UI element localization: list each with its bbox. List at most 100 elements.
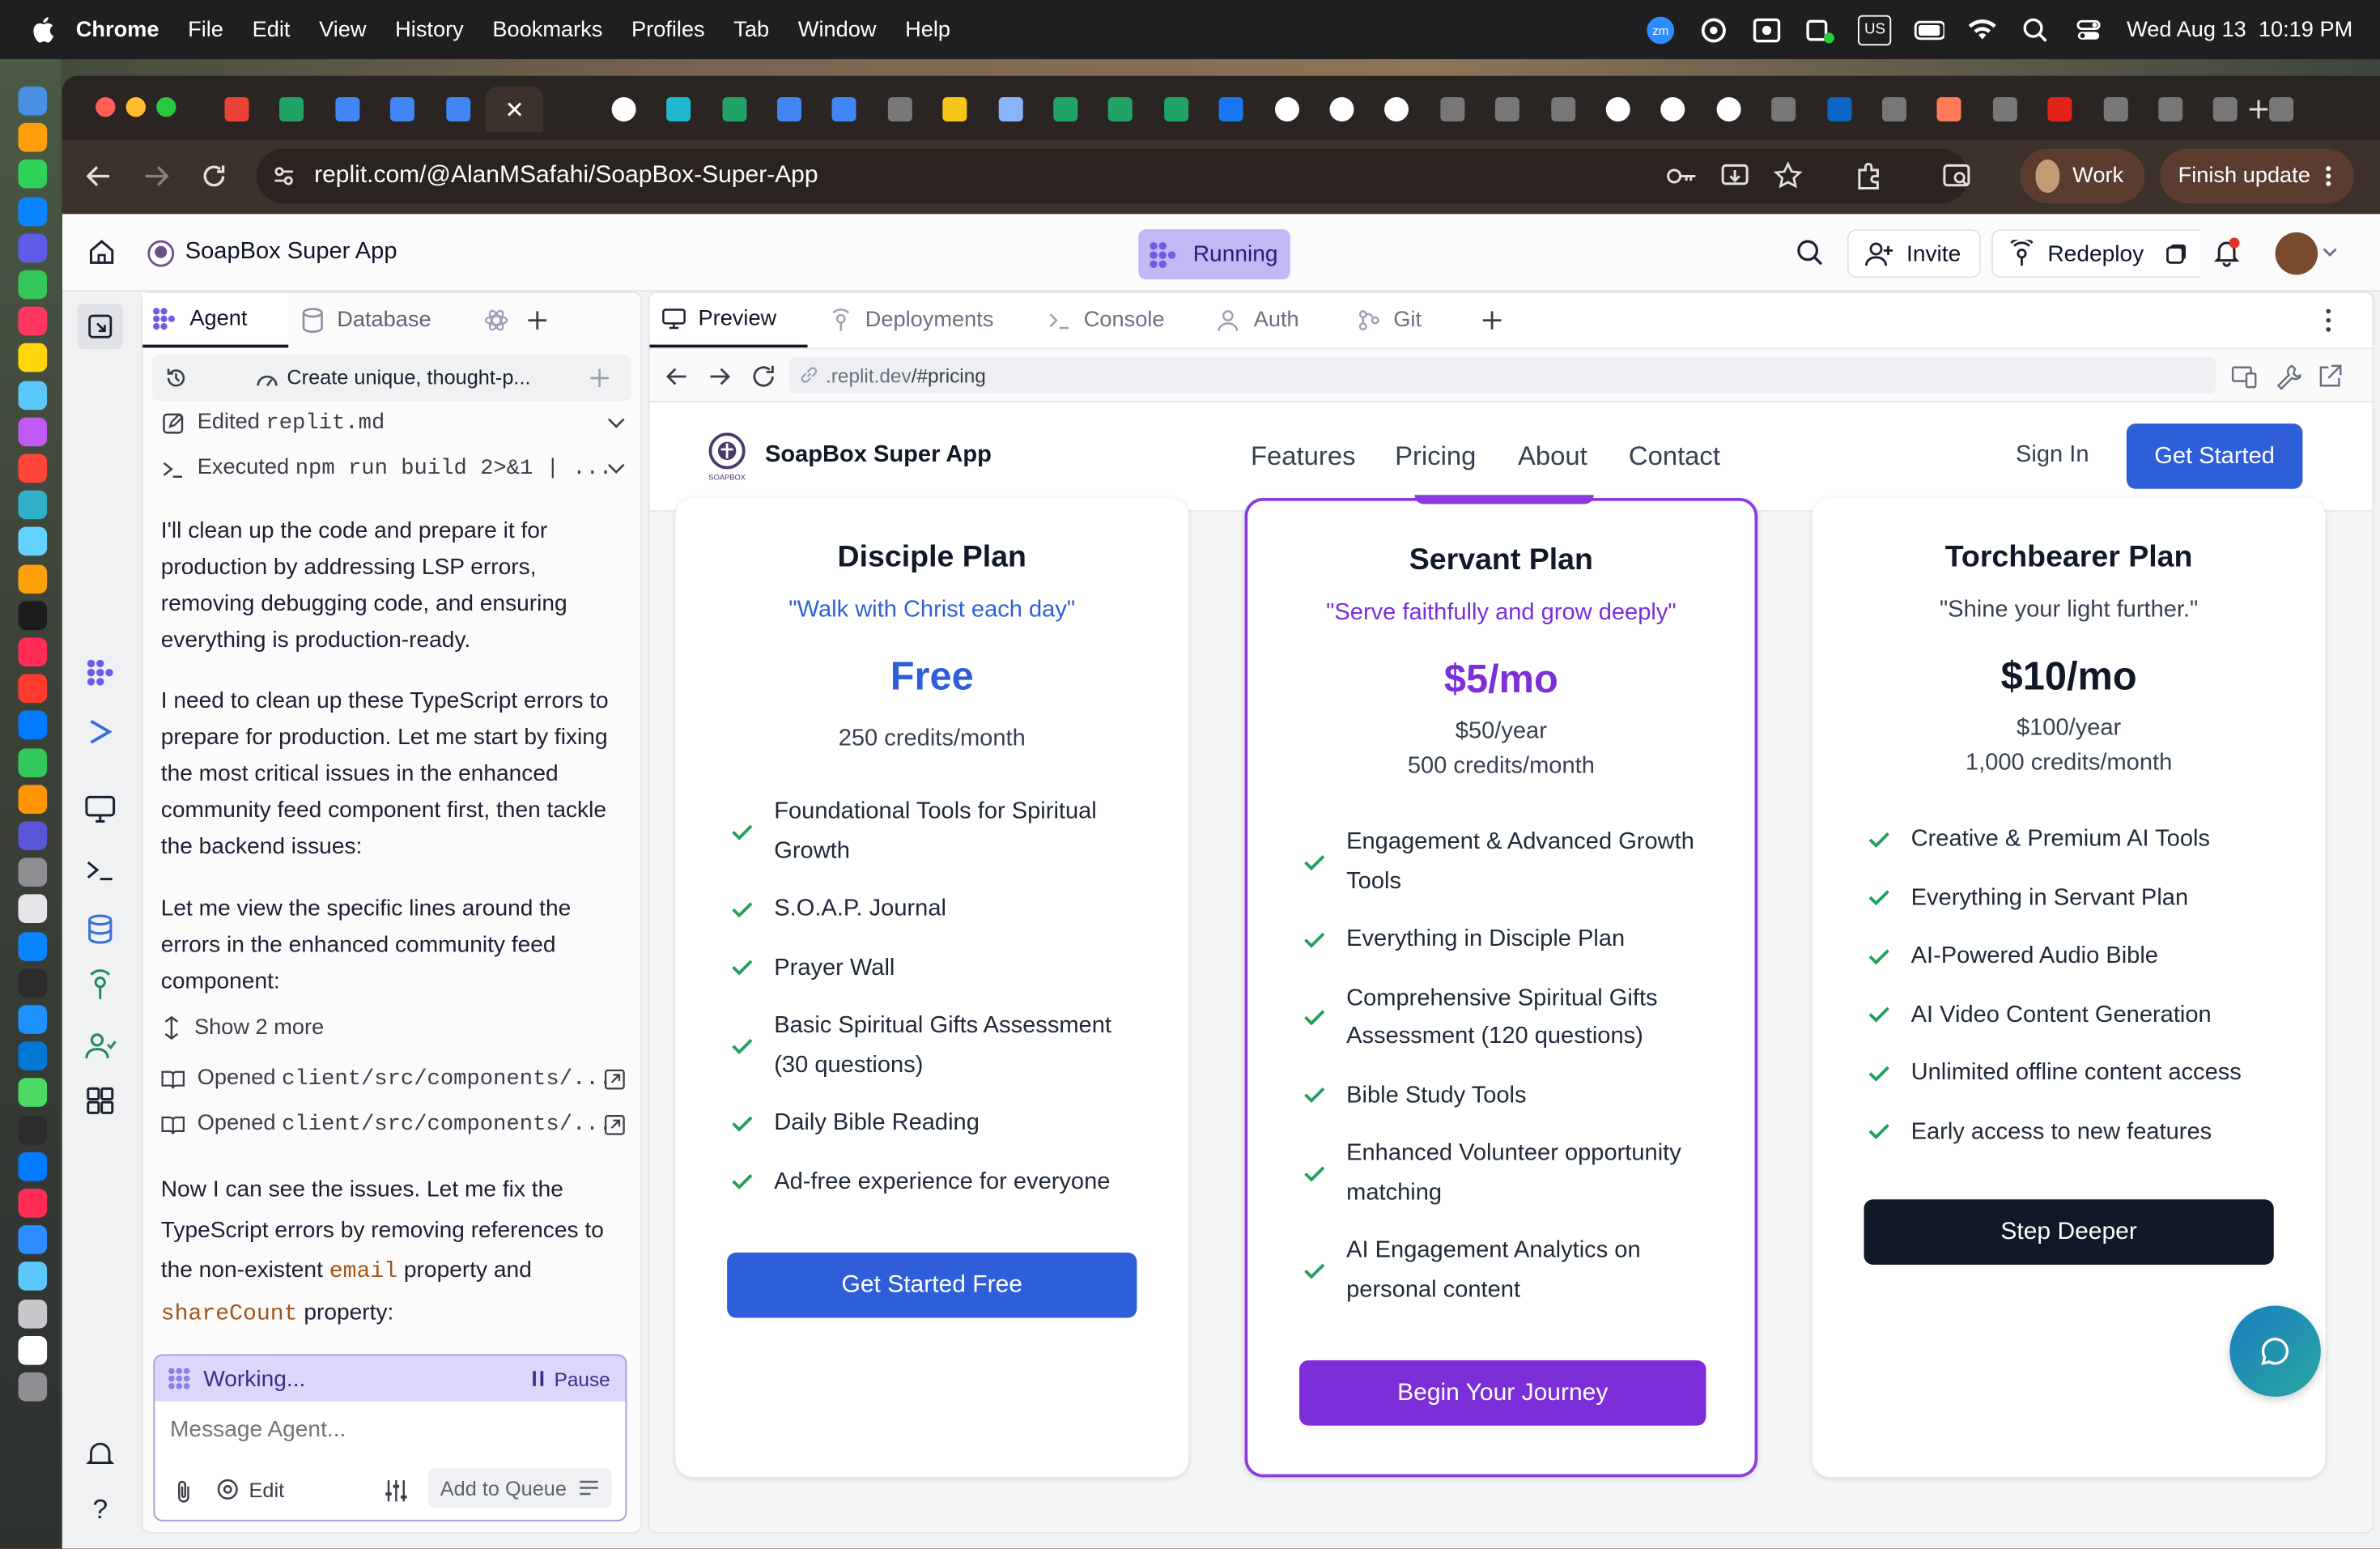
input-source-indicator[interactable]: US — [1858, 14, 1892, 45]
install-app-icon[interactable] — [1719, 161, 1750, 192]
browser-tab[interactable] — [1702, 87, 1754, 132]
dock-app-icon[interactable] — [18, 343, 48, 373]
url-text[interactable]: replit.com/@AlanMSafahi/SoapBox-Super-Ap… — [314, 163, 818, 190]
dock-app-icon[interactable] — [18, 1041, 48, 1071]
browser-tab[interactable] — [1150, 87, 1202, 132]
browser-tab[interactable] — [211, 87, 263, 132]
help-rail-icon[interactable]: ? — [83, 1494, 117, 1527]
add-tab-icon[interactable] — [1481, 310, 1502, 331]
dock-app-icon[interactable] — [18, 160, 48, 189]
open-external-icon[interactable] — [604, 1113, 625, 1134]
dock-app-icon[interactable] — [18, 1262, 48, 1292]
site-brand-name[interactable]: SoapBox Super App — [765, 442, 992, 470]
dock-app-icon[interactable] — [18, 233, 48, 262]
sign-in-link[interactable]: Sign In — [2016, 442, 2089, 470]
browser-tab[interactable] — [708, 87, 760, 132]
browser-tab[interactable] — [1868, 87, 1920, 132]
tab-deployments[interactable]: Deployments — [829, 293, 993, 348]
address-bar[interactable]: replit.com/@AlanMSafahi/SoapBox-Super-Ap… — [256, 148, 1969, 204]
profile-button[interactable]: Work — [2020, 148, 2145, 204]
browser-tab[interactable] — [1537, 87, 1589, 132]
minimize-window-button[interactable] — [125, 97, 146, 117]
device-toggle-icon[interactable] — [2231, 363, 2259, 390]
browser-tab[interactable] — [1316, 87, 1368, 132]
preview-forward-icon[interactable] — [708, 364, 732, 389]
tab-git[interactable]: Git — [1357, 293, 1422, 348]
browser-tab[interactable] — [2089, 87, 2141, 132]
database-rail-icon[interactable] — [83, 913, 117, 946]
all-tools-rail-icon[interactable] — [83, 1084, 117, 1117]
menu-app-name[interactable]: Chrome — [76, 18, 159, 42]
agent-settings-sliders-icon[interactable] — [383, 1479, 410, 1503]
back-icon[interactable] — [83, 161, 114, 192]
step-deeper-button[interactable]: Step Deeper — [1864, 1199, 2274, 1265]
copilot-icon[interactable] — [1699, 15, 1730, 45]
user-avatar[interactable] — [2275, 232, 2318, 275]
redeploy-button[interactable]: Redeploy — [1991, 229, 2201, 279]
browser-tab[interactable] — [597, 87, 649, 132]
dock-app-icon[interactable] — [18, 711, 48, 740]
dock-app-icon[interactable] — [18, 895, 48, 924]
tab-database[interactable]: Database — [300, 293, 431, 348]
browser-tab[interactable] — [321, 87, 373, 132]
chevron-down-icon[interactable] — [607, 417, 626, 429]
dock-app-icon[interactable] — [18, 270, 48, 300]
panel-menu-icon[interactable] — [2326, 309, 2332, 333]
notifications-bell-icon[interactable] — [2212, 237, 2242, 268]
dock-app-icon[interactable] — [18, 1189, 48, 1218]
browser-tab[interactable] — [1592, 87, 1644, 132]
chevron-down-icon[interactable] — [607, 462, 626, 474]
console-rail-icon[interactable] — [83, 853, 117, 887]
nav-link-pricing[interactable]: Pricing — [1395, 440, 1476, 472]
menu-profiles[interactable]: Profiles — [631, 18, 705, 42]
browser-tab[interactable] — [1923, 87, 1975, 132]
spotlight-search-icon[interactable] — [2021, 15, 2051, 45]
reload-icon[interactable] — [199, 161, 230, 192]
browser-tab[interactable] — [1979, 87, 2031, 132]
browser-tab[interactable] — [1039, 87, 1091, 132]
apple-icon[interactable] — [31, 15, 55, 45]
dock-app-icon[interactable] — [18, 196, 48, 226]
browser-tab[interactable] — [432, 87, 484, 132]
dock-app-icon[interactable] — [18, 747, 48, 777]
password-key-icon[interactable] — [1665, 161, 1698, 192]
preview-reload-icon[interactable] — [750, 363, 777, 390]
browser-tab[interactable] — [874, 87, 926, 132]
message-agent-input[interactable] — [170, 1416, 610, 1443]
deployments-rail-icon[interactable] — [83, 968, 117, 1002]
dock-app-icon[interactable] — [18, 123, 48, 152]
finish-update-button[interactable]: Finish update — [2160, 148, 2355, 204]
preview-url-field[interactable]: .replit.dev/#pricing — [789, 356, 2216, 394]
menu-bookmarks[interactable]: Bookmarks — [492, 18, 602, 42]
opened-file-row-1[interactable]: Opened client/src/components/... — [161, 1066, 626, 1092]
add-tab-icon[interactable] — [527, 310, 548, 331]
devtools-wrench-icon[interactable] — [2274, 363, 2301, 390]
dock-app-icon[interactable] — [18, 601, 48, 630]
react-tab-icon[interactable] — [484, 309, 508, 333]
wifi-icon[interactable] — [1967, 15, 1998, 45]
dock-app-icon[interactable] — [18, 931, 48, 961]
dock-app-icon[interactable] — [18, 637, 48, 667]
zoom-icon[interactable]: zm — [1646, 15, 1677, 45]
browser-tab[interactable] — [2144, 87, 2196, 132]
browser-tab[interactable] — [1481, 87, 1533, 132]
invite-button[interactable]: Invite — [1847, 229, 1981, 279]
thread-title[interactable]: Create unique, thought-p... — [287, 366, 530, 389]
dock-app-icon[interactable] — [18, 527, 48, 556]
dock-app-icon[interactable] — [18, 380, 48, 410]
dock-app-icon[interactable] — [18, 1078, 48, 1108]
menu-edit[interactable]: Edit — [253, 18, 291, 42]
deploy-status-icon[interactable] — [2165, 241, 2189, 266]
tab-preview[interactable]: Preview — [649, 292, 808, 348]
dock-app-icon[interactable] — [18, 417, 48, 446]
extensions-icon[interactable] — [1853, 161, 1884, 192]
new-thread-icon[interactable] — [589, 368, 610, 389]
site-settings-icon[interactable] — [272, 164, 296, 189]
menu-view[interactable]: View — [319, 18, 366, 42]
add-to-queue-button[interactable]: Add to Queue — [427, 1468, 613, 1508]
tab-agent[interactable]: Agent — [142, 292, 289, 348]
dock-app-icon[interactable] — [18, 564, 48, 594]
teams-icon[interactable] — [1805, 15, 1836, 45]
browser-tab[interactable] — [1647, 87, 1699, 132]
agent-rail-icon[interactable] — [83, 656, 117, 689]
